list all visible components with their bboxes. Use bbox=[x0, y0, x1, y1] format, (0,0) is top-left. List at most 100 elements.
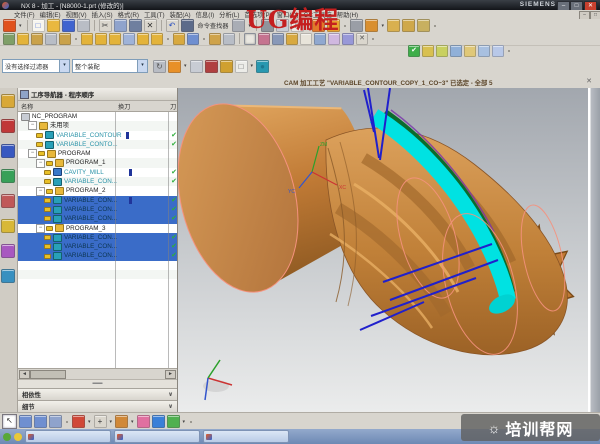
toolbar-overflow-dot[interactable] bbox=[167, 38, 169, 40]
toolbar-overflow-dot[interactable] bbox=[372, 38, 374, 40]
menu-item-帮助[interactable]: 帮助(H) bbox=[337, 10, 358, 19]
save-icon[interactable] bbox=[62, 19, 75, 32]
panel-resize-grip[interactable]: ▬▬ bbox=[18, 379, 177, 388]
chevron-down-icon[interactable]: ▾ bbox=[110, 419, 113, 425]
expander-icon[interactable]: − bbox=[36, 187, 45, 196]
delete-operation-icon[interactable] bbox=[137, 33, 149, 45]
snap-int-icon[interactable] bbox=[220, 60, 233, 73]
menu-item-编辑[interactable]: 编辑(E) bbox=[40, 10, 61, 19]
optimize-icon[interactable] bbox=[342, 33, 354, 45]
select-pointer-icon[interactable]: ↖ bbox=[2, 414, 17, 429]
menu-item-插入[interactable]: 插入(S) bbox=[92, 10, 113, 19]
chevron-down-icon[interactable]: ▾ bbox=[184, 63, 187, 69]
mannequin-icon[interactable] bbox=[137, 415, 150, 428]
stack-icon[interactable] bbox=[450, 45, 462, 57]
create-method-icon[interactable] bbox=[45, 33, 57, 45]
new-file-icon[interactable]: □ bbox=[32, 19, 45, 32]
paste-icon[interactable] bbox=[129, 19, 142, 32]
create-operation-icon[interactable] bbox=[59, 33, 71, 45]
assembly-navigator-icon[interactable] bbox=[1, 94, 15, 108]
undo-icon[interactable]: ↶ bbox=[166, 19, 179, 32]
toolbar-overflow-dot[interactable] bbox=[203, 38, 205, 40]
tree-row-PROGRAM_3[interactable]: −PROGRAM_3 bbox=[18, 224, 177, 233]
menu-item-信息[interactable]: 信息(I) bbox=[196, 10, 215, 19]
quick-launch-icon[interactable] bbox=[14, 433, 22, 441]
datum-sphere-icon[interactable] bbox=[72, 415, 85, 428]
sphere-select-icon[interactable]: ● bbox=[256, 60, 269, 73]
tree-row-NC_PROGRAM[interactable]: NC_PROGRAM bbox=[18, 112, 177, 121]
chevron-down-icon[interactable]: ▾ bbox=[381, 23, 384, 29]
dependencies-section[interactable]: 相依性 ∨ bbox=[18, 388, 177, 400]
tree-row-VARIABLE_CON...[interactable]: VARIABLE_CON...✔ bbox=[18, 196, 177, 205]
tree-row-VARIABLE_CON...[interactable]: VARIABLE_CON...✔ bbox=[18, 205, 177, 214]
view-box-icon[interactable] bbox=[478, 45, 490, 57]
transform-operation-icon[interactable] bbox=[151, 33, 163, 45]
toolbar-overflow-dot[interactable] bbox=[66, 421, 68, 423]
chevron-down-icon[interactable]: ∨ bbox=[168, 403, 173, 410]
ruler-icon[interactable] bbox=[417, 19, 430, 32]
tree-row-PROGRAM_2[interactable]: −PROGRAM_2 bbox=[18, 186, 177, 195]
machine-tool-navigator-icon[interactable] bbox=[1, 194, 15, 208]
generate-toolpath-icon[interactable] bbox=[173, 33, 185, 45]
snap-handle-icon-3[interactable] bbox=[49, 415, 62, 428]
menu-item-视图[interactable]: 视图(V) bbox=[66, 10, 87, 19]
expander-icon[interactable]: − bbox=[28, 149, 37, 158]
layer-icon[interactable] bbox=[422, 45, 434, 57]
toolbar-overflow-dot[interactable] bbox=[190, 421, 192, 423]
magnifier-icon[interactable] bbox=[152, 415, 165, 428]
open-icon[interactable] bbox=[47, 19, 60, 32]
tree-row-CAVITY_MILL[interactable]: CAVITY_MILL✔ bbox=[18, 168, 177, 177]
scrollbar-thumb[interactable] bbox=[30, 370, 66, 379]
tree-row-VARIABLE_CON...[interactable]: VARIABLE_CON...✔ bbox=[18, 242, 177, 251]
constraint-navigator-icon[interactable] bbox=[1, 119, 15, 133]
system-materials-icon[interactable] bbox=[1, 269, 15, 283]
chevron-down-icon[interactable]: ▾ bbox=[131, 419, 134, 425]
chevron-down-icon[interactable]: ∨ bbox=[168, 391, 173, 398]
menu-item-工具[interactable]: 工具(T) bbox=[144, 10, 165, 19]
horizontal-scrollbar[interactable]: ◄ ► bbox=[18, 368, 177, 379]
part-navigator-icon[interactable] bbox=[1, 144, 15, 158]
expander-icon[interactable]: − bbox=[36, 159, 45, 168]
taskbar-window-button-3[interactable] bbox=[203, 430, 289, 443]
mini-view-icon[interactable] bbox=[492, 45, 504, 57]
tree-row-VARIABLE_CONTO...[interactable]: VARIABLE_CONTO...✔ bbox=[18, 140, 177, 149]
plus-icon[interactable]: + bbox=[94, 415, 107, 428]
create-tool-icon[interactable] bbox=[17, 33, 29, 45]
tree-row-VARIABLE_CONTOUR[interactable]: VARIABLE_CONTOUR✔ bbox=[18, 131, 177, 140]
menu-item-文件[interactable]: 文件(F) bbox=[14, 10, 35, 19]
toolbar-overflow-dot[interactable] bbox=[344, 25, 346, 27]
chevron-down-icon[interactable]: ▾ bbox=[137, 60, 147, 72]
paste-operation-icon[interactable] bbox=[123, 33, 135, 45]
highlight-refresh-icon[interactable]: ↻ bbox=[153, 60, 166, 73]
graphics-viewport[interactable]: ZM XC YC bbox=[178, 88, 588, 412]
menu-item-格式[interactable]: 格式(R) bbox=[118, 10, 139, 19]
navigator-header[interactable]: 工序导航器 - 程序顺序 bbox=[18, 88, 177, 101]
check-geometry-icon[interactable]: ✔ bbox=[408, 45, 420, 57]
expander-icon[interactable]: − bbox=[36, 224, 45, 233]
shop-doc-icon[interactable] bbox=[223, 33, 235, 45]
details-section[interactable]: 细节 ∨ bbox=[18, 400, 177, 412]
measure-angle-icon[interactable] bbox=[402, 19, 415, 32]
cut-icon[interactable]: ✂ bbox=[99, 19, 112, 32]
snap-handle-icon-2[interactable] bbox=[34, 415, 47, 428]
menu-item-分析[interactable]: 分析(L) bbox=[219, 10, 239, 19]
create-geometry-icon[interactable] bbox=[31, 33, 43, 45]
flag-icon[interactable] bbox=[436, 45, 448, 57]
palette-icon[interactable] bbox=[167, 415, 180, 428]
toolbar-overflow-dot[interactable] bbox=[434, 25, 436, 27]
replay-toolpath-icon[interactable] bbox=[187, 33, 199, 45]
chevron-down-icon[interactable]: ▾ bbox=[251, 63, 254, 69]
copy-icon[interactable] bbox=[114, 19, 127, 32]
scroll-left-icon[interactable]: ◄ bbox=[19, 370, 30, 379]
snap-end-icon[interactable] bbox=[190, 60, 203, 73]
snap-point-icon[interactable] bbox=[168, 60, 181, 73]
operation-navigator-icon[interactable] bbox=[1, 169, 15, 183]
close-icon[interactable]: ✕ bbox=[586, 77, 592, 85]
roles-icon[interactable] bbox=[1, 244, 15, 258]
menu-item-装配[interactable]: 装配(A) bbox=[170, 10, 191, 19]
move-component-icon[interactable] bbox=[365, 19, 378, 32]
tree-row-VARIABLE_CON...[interactable]: VARIABLE_CON...✔ bbox=[18, 233, 177, 242]
note-icon[interactable] bbox=[464, 45, 476, 57]
tree-row-PROGRAM[interactable]: −PROGRAM bbox=[18, 149, 177, 158]
chevron-down-icon[interactable]: ▾ bbox=[59, 60, 69, 72]
